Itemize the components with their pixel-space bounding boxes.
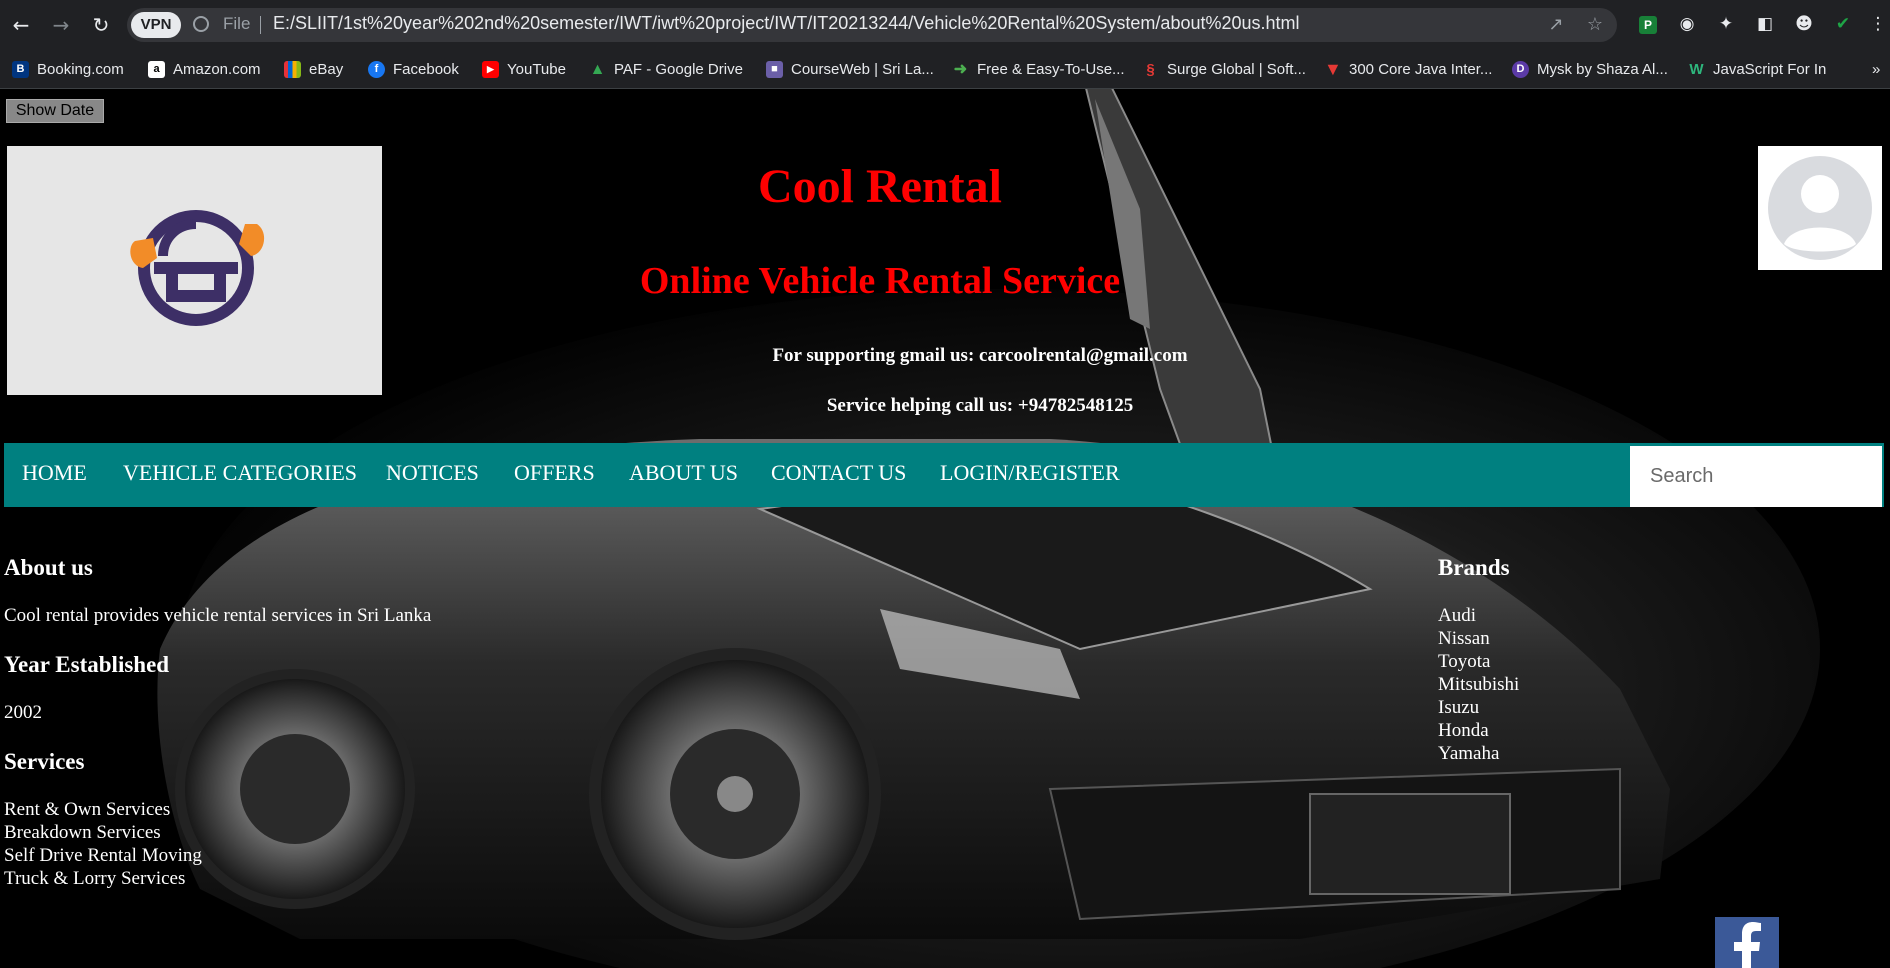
menu-dots-icon[interactable]: ⋮ [1866, 12, 1890, 36]
about-heading: About us [4, 555, 93, 580]
url-scheme-label: File [223, 14, 251, 33]
services-list: Rent & Own Services Breakdown Services S… [4, 798, 202, 890]
bookmark-surge[interactable]: § Surge Global | Soft... [1142, 56, 1306, 82]
free-tool-icon: ➜ [953, 60, 968, 78]
facebook-icon: f [368, 60, 385, 78]
support-phone: Service helping call us: +94782548125 [826, 395, 1134, 416]
bookmark-youtube[interactable]: ▶ YouTube [482, 56, 566, 82]
surge-icon: § [1146, 60, 1155, 78]
brand-item: Mitsubishi [1438, 674, 1520, 695]
bookmark-label: Free & Easy-To-Use... [977, 60, 1125, 78]
profile-icon[interactable]: ☻ [1792, 12, 1816, 36]
nav-vehicle-categories[interactable]: VEHICLE CATEGORIES [123, 460, 357, 486]
camera-extension-icon[interactable]: ◉ [1675, 12, 1699, 36]
user-avatar[interactable] [1758, 146, 1882, 270]
extensions-puzzle-icon[interactable]: ✦ [1714, 12, 1738, 36]
brand-item: Yamaha [1438, 743, 1500, 764]
bookmark-ebay[interactable]: eBay [284, 56, 343, 82]
bookmark-booking[interactable]: B Booking.com [12, 56, 124, 82]
main-navigation: HOME VEHICLE CATEGORIES NOTICES OFFERS A… [4, 443, 1884, 507]
google-drive-icon: ▲ [589, 60, 606, 78]
brand-item: Honda [1438, 720, 1489, 741]
reload-icon[interactable]: ↻ [88, 12, 114, 38]
bookmark-label: Amazon.com [173, 60, 261, 78]
brand-item: Isuzu [1438, 697, 1480, 718]
bookmark-label: Mysk by Shaza Al... [1537, 60, 1668, 78]
site-title: Cool Rental [758, 160, 1002, 213]
brands-heading: Brands [1438, 555, 1510, 580]
site-subtitle: Online Vehicle Rental Service [639, 260, 1121, 302]
bookmark-courseweb[interactable]: ■ CourseWeb | Sri La... [766, 56, 934, 82]
bookmark-label: Surge Global | Soft... [1167, 60, 1306, 78]
youtube-icon: ▶ [482, 60, 499, 78]
bookmark-javascript[interactable]: W JavaScript For In [1688, 56, 1826, 82]
service-item: Rent & Own Services [4, 799, 171, 820]
amazon-icon: a [148, 60, 165, 78]
browser-toolbar: ← → ↻ VPN File E:/SLIIT/1st%20year%202nd… [0, 0, 1890, 50]
javascript-icon: W [1689, 60, 1704, 78]
share-icon[interactable]: ↗ [1545, 14, 1567, 36]
brand-item: Toyota [1438, 651, 1491, 672]
about-text: Cool rental provides vehicle rental serv… [4, 605, 432, 626]
nav-notices[interactable]: NOTICES [386, 460, 479, 486]
bookmark-mysk[interactable]: D Mysk by Shaza Al... [1512, 56, 1668, 82]
bookmark-amazon[interactable]: a Amazon.com [148, 56, 261, 82]
nav-home[interactable]: HOME [22, 460, 87, 486]
nav-contact-us[interactable]: CONTACT US [771, 460, 906, 486]
ebay-icon [284, 60, 301, 78]
services-heading: Services [4, 749, 85, 774]
bookmark-label: PAF - Google Drive [614, 60, 743, 78]
bookmark-java[interactable]: ▼ 300 Core Java Inter... [1324, 56, 1492, 82]
show-date-button[interactable]: Show Date [6, 99, 104, 123]
user-avatar-icon [1768, 156, 1872, 260]
courseweb-icon: ■ [766, 60, 783, 78]
bookmark-label: 300 Core Java Inter... [1349, 60, 1493, 78]
service-item: Truck & Lorry Services [4, 868, 186, 889]
service-item: Breakdown Services [4, 822, 161, 843]
bookmark-label: CourseWeb | Sri La... [791, 60, 934, 78]
side-panel-icon[interactable]: ◧ [1753, 12, 1777, 36]
support-email: For supporting gmail us: carcoolrental@g… [772, 345, 1188, 366]
brands-list: Audi Nissan Toyota Mitsubishi Isuzu Hond… [1438, 604, 1519, 765]
year-established-value: 2002 [4, 702, 42, 723]
site-info-icon[interactable] [193, 16, 209, 32]
back-arrow-icon[interactable]: ← [8, 12, 34, 38]
bookmark-google-drive[interactable]: ▲ PAF - Google Drive [589, 56, 743, 82]
bookmark-free-tool[interactable]: ➜ Free & Easy-To-Use... [952, 56, 1125, 82]
bookmark-label: eBay [309, 60, 344, 78]
service-item: Self Drive Rental Moving [4, 845, 202, 866]
url-text[interactable]: E:/SLIIT/1st%20year%202nd%20semester/IWT… [273, 13, 1300, 34]
extension-p-icon[interactable]: P [1636, 12, 1660, 36]
web-page: Show Date Cool Rental Online Vehicle Ren… [0, 89, 1890, 968]
nav-offers[interactable]: OFFERS [514, 460, 595, 486]
bookmark-label: Booking.com [37, 60, 124, 78]
bookmark-label: YouTube [507, 60, 566, 78]
java-icon: ▼ [1324, 58, 1342, 79]
vpn-badge[interactable]: VPN [131, 12, 181, 38]
search-input[interactable] [1630, 446, 1882, 507]
url-separator [260, 16, 261, 34]
bookmarks-bar: B Booking.com a Amazon.com eBay f Facebook … [0, 50, 1890, 89]
nav-about-us[interactable]: ABOUT US [629, 460, 738, 486]
brand-item: Audi [1438, 605, 1476, 626]
nav-login-register[interactable]: LOGIN/REGISTER [940, 460, 1120, 486]
bookmark-label: JavaScript For In [1713, 60, 1827, 78]
site-logo[interactable] [7, 146, 382, 395]
facebook-icon[interactable] [1715, 917, 1779, 968]
bookmark-label: Facebook [393, 60, 459, 78]
steering-wheel-logo-icon [130, 210, 265, 326]
more-bookmarks-icon[interactable]: » [1872, 56, 1880, 82]
shield-check-icon[interactable]: ✔ [1831, 12, 1855, 36]
year-established-heading: Year Established [4, 652, 170, 677]
booking-icon: B [12, 60, 29, 78]
brand-item: Nissan [1438, 628, 1490, 649]
bookmark-facebook[interactable]: f Facebook [368, 56, 459, 82]
address-bar[interactable]: VPN File E:/SLIIT/1st%20year%202nd%20sem… [127, 8, 1617, 42]
mysk-icon: D [1512, 60, 1529, 78]
bookmark-star-icon[interactable]: ☆ [1584, 14, 1606, 36]
forward-arrow-icon[interactable]: → [48, 12, 74, 38]
